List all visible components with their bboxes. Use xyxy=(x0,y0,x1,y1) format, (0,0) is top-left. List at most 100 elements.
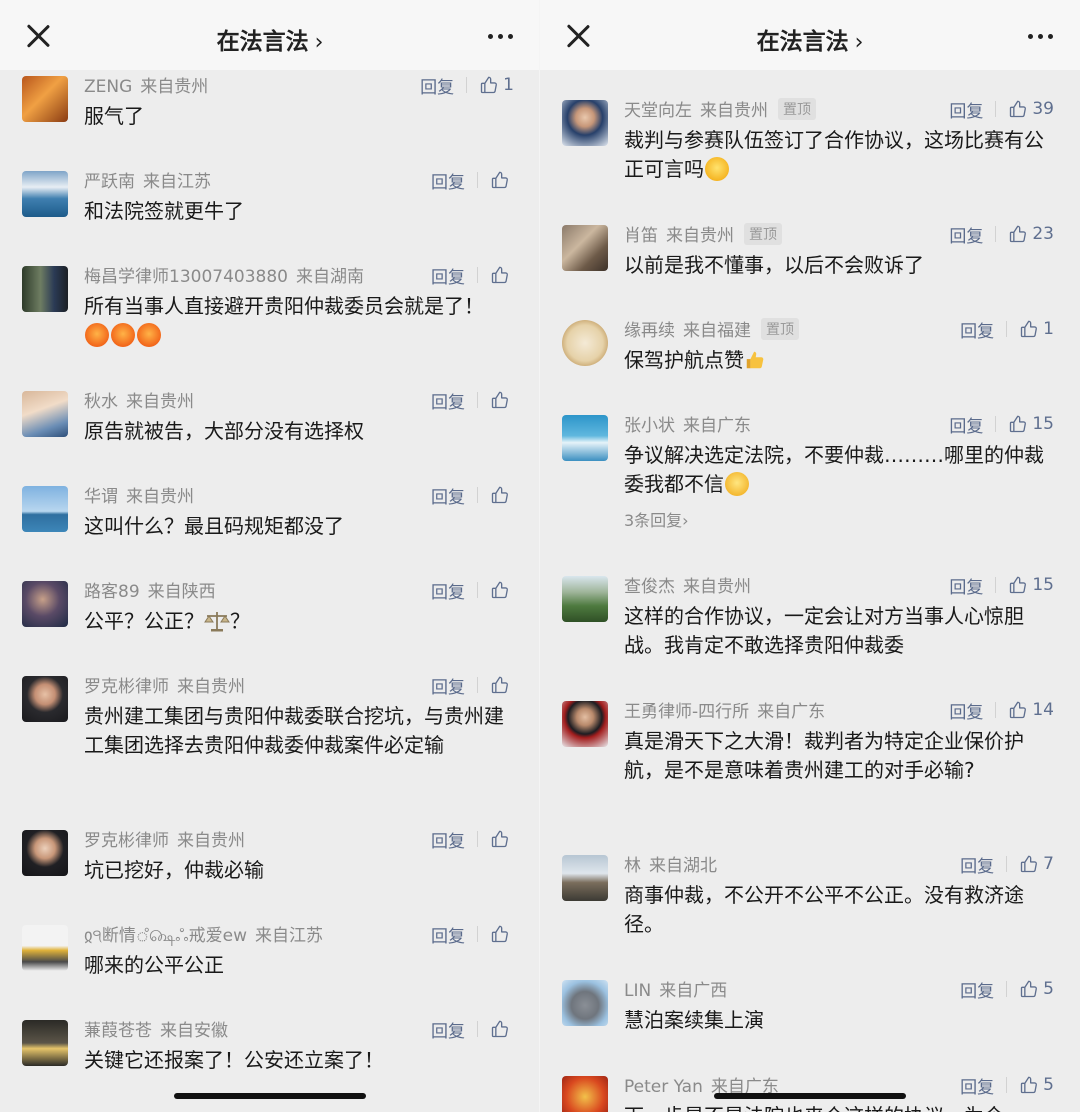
comment-user[interactable]: 梅昌学律师13007403880 xyxy=(84,267,288,287)
comment-user[interactable]: ZENG xyxy=(84,77,132,97)
avatar[interactable] xyxy=(562,980,608,1026)
like-button[interactable] xyxy=(490,265,514,285)
avatar[interactable] xyxy=(22,266,68,312)
comment-text: 这样的合作协议，一定会让对方当事人心惊胆战。我肯定不敢选择贵阳仲裁委 xyxy=(624,604,1024,657)
comment-text: 商事仲裁，不公开不公平不公正。没有救济途径。 xyxy=(624,883,1024,936)
reply-button[interactable]: 回复 xyxy=(960,317,994,342)
reply-button[interactable]: 回复 xyxy=(949,573,983,598)
reply-button[interactable]: 回复 xyxy=(949,222,983,247)
avatar[interactable] xyxy=(562,320,608,366)
avatar[interactable] xyxy=(22,391,68,437)
reply-button[interactable]: 回复 xyxy=(431,388,465,413)
avatar[interactable] xyxy=(562,701,608,747)
avatar[interactable] xyxy=(562,100,608,146)
comment-user[interactable]: 缘再续 xyxy=(624,321,675,341)
comment-user[interactable]: 蒹葭苍苍 xyxy=(84,1021,152,1041)
avatar[interactable] xyxy=(562,576,608,622)
avatar[interactable] xyxy=(22,1020,68,1066)
nav-header: 在法言法 › xyxy=(0,0,540,70)
reply-button[interactable]: 回复 xyxy=(431,673,465,698)
comment-location: 来自湖南 xyxy=(295,267,364,287)
like-count: 23 xyxy=(1032,224,1054,244)
avatar[interactable] xyxy=(22,76,68,122)
like-button[interactable] xyxy=(490,675,514,695)
like-button[interactable] xyxy=(490,829,514,849)
avatar[interactable] xyxy=(22,486,68,532)
comment-user[interactable]: 肖笛 xyxy=(624,226,658,246)
avatar[interactable] xyxy=(562,415,608,461)
home-indicator[interactable] xyxy=(714,1093,906,1099)
like-button[interactable] xyxy=(490,390,514,410)
reply-button[interactable]: 回复 xyxy=(431,922,465,947)
like-button[interactable]: 5 xyxy=(1019,979,1054,999)
avatar[interactable] xyxy=(562,1076,608,1112)
comment-user[interactable]: 王勇律师-四行所 xyxy=(624,702,749,722)
comment-user[interactable]: 林 xyxy=(624,856,641,876)
avatar[interactable] xyxy=(22,925,68,971)
like-button[interactable]: 23 xyxy=(1008,224,1054,244)
comment-user[interactable]: 严跃南 xyxy=(84,172,135,192)
comment-user[interactable]: 张小状 xyxy=(624,416,675,436)
comment-user[interactable]: 罗克彬律师 xyxy=(84,677,169,697)
like-button[interactable] xyxy=(490,1019,514,1039)
thumbs-up-icon xyxy=(1008,224,1028,244)
like-button[interactable]: 1 xyxy=(1019,319,1054,339)
reply-button[interactable]: 回复 xyxy=(431,263,465,288)
like-button[interactable] xyxy=(490,580,514,600)
avatar[interactable] xyxy=(22,830,68,876)
like-button[interactable]: 7 xyxy=(1019,854,1054,874)
like-count: 5 xyxy=(1043,979,1054,999)
pleading-emoji-icon xyxy=(725,472,749,496)
like-button[interactable]: 15 xyxy=(1008,575,1054,595)
avatar[interactable] xyxy=(562,855,608,901)
like-count: 15 xyxy=(1032,414,1054,434)
like-button[interactable]: 14 xyxy=(1008,700,1054,720)
like-button[interactable]: 15 xyxy=(1008,414,1054,434)
avatar[interactable] xyxy=(562,225,608,271)
avatar[interactable] xyxy=(22,581,68,627)
pinned-badge: 置顶 xyxy=(761,318,799,340)
comment-user[interactable]: 路客89 xyxy=(84,582,140,602)
like-button[interactable]: 1 xyxy=(479,75,514,95)
avatar[interactable] xyxy=(22,676,68,722)
reply-button[interactable]: 回复 xyxy=(960,1073,994,1098)
page-title[interactable]: 在法言法 › xyxy=(0,22,540,56)
like-count: 14 xyxy=(1032,700,1054,720)
reply-button[interactable]: 回复 xyxy=(431,168,465,193)
reply-button[interactable]: 回复 xyxy=(960,977,994,1002)
thumbs-up-icon xyxy=(1008,700,1028,720)
avatar[interactable] xyxy=(22,171,68,217)
comment-user[interactable]: 华谓 xyxy=(84,487,118,507)
reply-button[interactable]: 回复 xyxy=(949,412,983,437)
comment-user[interactable]: LIN xyxy=(624,981,651,1001)
comment-user[interactable]: 秋水 xyxy=(84,392,118,412)
like-button[interactable] xyxy=(490,924,514,944)
home-indicator[interactable] xyxy=(174,1093,366,1099)
reply-button[interactable]: 回复 xyxy=(431,578,465,603)
like-button[interactable]: 39 xyxy=(1008,99,1054,119)
more-options-icon[interactable] xyxy=(486,34,516,42)
comment-text: 以前是我不懂事，以后不会败诉了 xyxy=(624,253,924,277)
reply-button[interactable]: 回复 xyxy=(420,73,454,98)
like-button[interactable]: 5 xyxy=(1019,1075,1054,1095)
reply-button[interactable]: 回复 xyxy=(949,698,983,723)
thumbs-up-icon xyxy=(1008,99,1028,119)
comment-text: 所有当事人直接避开贵阳仲裁委员会就是了！ xyxy=(84,292,514,350)
comment-user[interactable]: ჲ੧断情ஂ௸ஃ戒爱ew xyxy=(84,926,247,946)
reply-button[interactable]: 回复 xyxy=(431,483,465,508)
title-text: 在法言法 xyxy=(216,29,309,55)
reply-button[interactable]: 回复 xyxy=(431,827,465,852)
more-options-icon[interactable] xyxy=(1026,34,1056,42)
page-title[interactable]: 在法言法 › xyxy=(540,22,1080,56)
comment-user[interactable]: 天堂向左 xyxy=(624,101,692,121)
reply-button[interactable]: 回复 xyxy=(949,97,983,122)
reply-button[interactable]: 回复 xyxy=(431,1017,465,1042)
comment-user[interactable]: 罗克彬律师 xyxy=(84,831,169,851)
like-button[interactable] xyxy=(490,485,514,505)
reply-button[interactable]: 回复 xyxy=(960,852,994,877)
like-button[interactable] xyxy=(490,170,514,190)
comment-user[interactable]: 查俊杰 xyxy=(624,577,675,597)
comment-location: 来自广东 xyxy=(683,416,751,436)
view-replies-link[interactable]: 3条回复› xyxy=(624,507,689,531)
comment-user[interactable]: Peter Yan xyxy=(624,1077,703,1097)
